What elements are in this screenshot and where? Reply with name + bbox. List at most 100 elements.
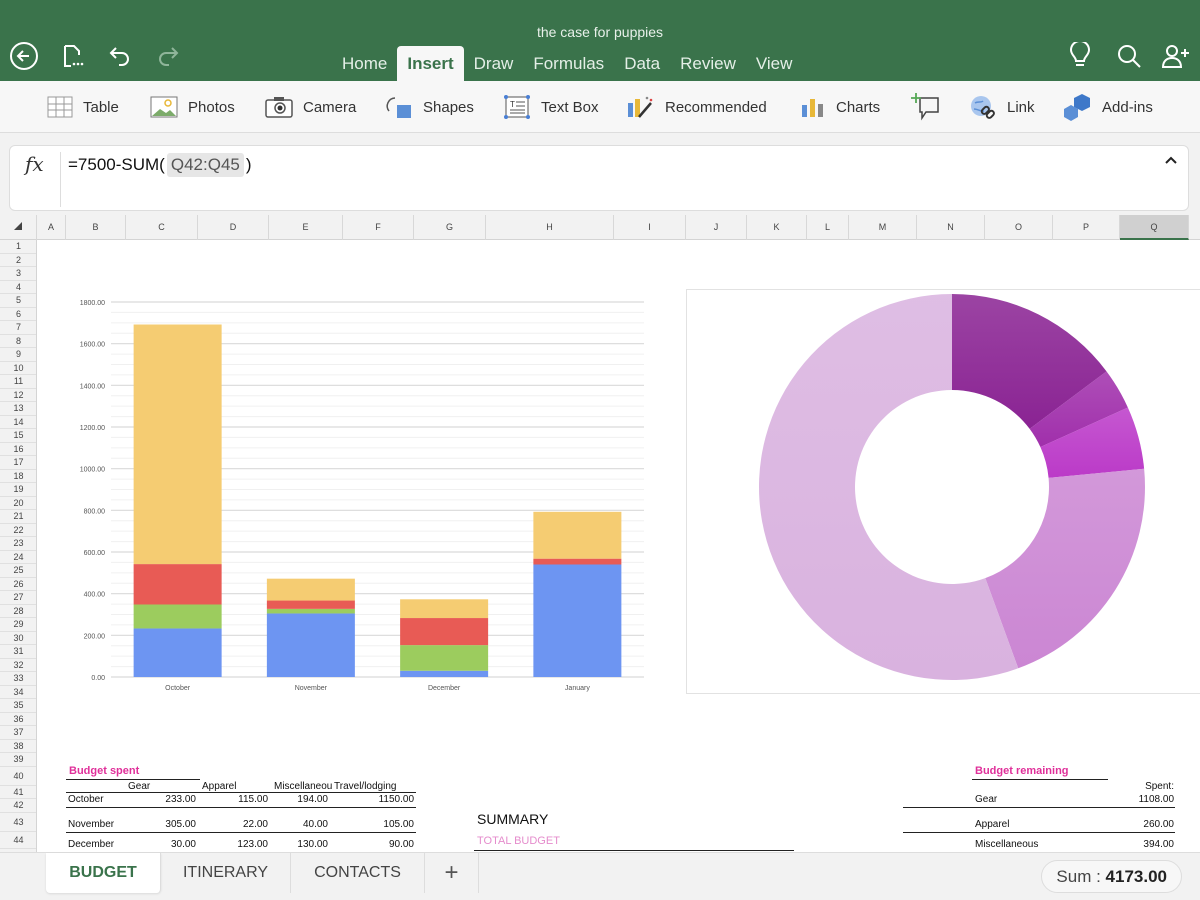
undo-icon[interactable]	[104, 40, 136, 72]
sheet-tab-budget[interactable]: BUDGET	[46, 853, 161, 893]
row-header[interactable]: 26	[0, 578, 36, 591]
spent-cell[interactable]: 123.00	[208, 839, 268, 850]
row-header[interactable]: 42	[0, 799, 36, 813]
tab-formulas[interactable]: Formulas	[523, 46, 614, 81]
row-header[interactable]: 24	[0, 551, 36, 564]
tab-draw[interactable]: Draw	[464, 46, 524, 81]
sheet-tab-itinerary[interactable]: ITINERARY	[161, 853, 291, 893]
charts-button[interactable]: Charts	[800, 81, 880, 133]
column-header-i[interactable]: I	[614, 215, 686, 240]
row-header[interactable]: 30	[0, 632, 36, 645]
row-header[interactable]: 39	[0, 753, 36, 767]
row-header[interactable]: 21	[0, 510, 36, 524]
formula-range-ref[interactable]: Q42:Q45	[166, 153, 244, 177]
column-header-q[interactable]: Q	[1120, 215, 1189, 240]
collapse-formula-icon[interactable]	[1164, 152, 1178, 170]
comment-button[interactable]	[910, 81, 952, 133]
back-icon[interactable]	[8, 40, 40, 72]
remaining-value[interactable]: 260.00	[1088, 819, 1174, 830]
donut-chart-frame[interactable]	[686, 289, 1200, 694]
spent-cell[interactable]: 40.00	[268, 819, 328, 830]
row-header[interactable]: 29	[0, 618, 36, 632]
column-header-l[interactable]: L	[807, 215, 849, 240]
tab-insert[interactable]: Insert	[397, 46, 464, 81]
remaining-value[interactable]: 394.00	[1088, 839, 1174, 850]
row-header[interactable]: 2	[0, 254, 36, 267]
column-header-f[interactable]: F	[343, 215, 414, 240]
lightbulb-icon[interactable]	[1064, 40, 1096, 72]
spent-cell[interactable]: 1150.00	[354, 794, 414, 805]
spent-cell[interactable]: 22.00	[208, 819, 268, 830]
column-header-n[interactable]: N	[917, 215, 985, 240]
remaining-value[interactable]: 1108.00	[1088, 794, 1174, 805]
search-icon[interactable]	[1113, 40, 1145, 72]
column-header-j[interactable]: J	[686, 215, 747, 240]
column-header-g[interactable]: G	[414, 215, 486, 240]
column-header-o[interactable]: O	[985, 215, 1053, 240]
recommended-charts-button[interactable]: Recommended	[627, 81, 767, 133]
spent-cell[interactable]: 130.00	[268, 839, 328, 850]
shapes-button[interactable]: Shapes	[385, 81, 474, 133]
row-header[interactable]: 13	[0, 402, 36, 416]
row-header[interactable]: 3	[0, 267, 36, 281]
status-sum[interactable]: Sum : 4173.00	[1041, 860, 1182, 893]
row-header[interactable]: 31	[0, 645, 36, 659]
tab-view[interactable]: View	[746, 46, 803, 81]
tab-data[interactable]: Data	[614, 46, 670, 81]
column-header-p[interactable]: P	[1053, 215, 1120, 240]
row-header[interactable]: 19	[0, 483, 36, 497]
donut-chart[interactable]	[687, 290, 1200, 695]
row-header[interactable]: 33	[0, 672, 36, 686]
row-header[interactable]: 25	[0, 564, 36, 578]
table-button[interactable]: Table	[47, 81, 119, 133]
formula-bar[interactable]: fx =7500-SUM( Q42:Q45 )	[9, 145, 1189, 211]
row-header[interactable]: 37	[0, 726, 36, 740]
row-header[interactable]: 5	[0, 294, 36, 308]
row-header[interactable]: 36	[0, 713, 36, 726]
column-header-h[interactable]: H	[486, 215, 614, 240]
row-header[interactable]: 22	[0, 524, 36, 537]
spent-cell[interactable]: 233.00	[136, 794, 196, 805]
row-header[interactable]: 23	[0, 537, 36, 551]
row-header[interactable]: 1	[0, 240, 36, 254]
link-button[interactable]: Link	[969, 81, 1035, 133]
select-all-corner[interactable]	[0, 215, 37, 240]
row-header[interactable]: 32	[0, 659, 36, 672]
row-header[interactable]: 16	[0, 443, 36, 456]
column-header-k[interactable]: K	[747, 215, 807, 240]
add-person-icon[interactable]	[1160, 40, 1192, 72]
row-header[interactable]: 17	[0, 456, 36, 470]
column-header-d[interactable]: D	[198, 215, 269, 240]
row-header[interactable]: 20	[0, 497, 36, 510]
tab-review[interactable]: Review	[670, 46, 746, 81]
row-header[interactable]: 43	[0, 813, 36, 832]
row-header[interactable]: 41	[0, 786, 36, 799]
add-ins-button[interactable]: Add-ins	[1062, 81, 1153, 133]
row-header[interactable]: 18	[0, 470, 36, 483]
text-box-button[interactable]: T Text Box	[503, 81, 599, 133]
row-header[interactable]: 34	[0, 686, 36, 699]
row-header[interactable]: 10	[0, 362, 36, 375]
add-sheet-button[interactable]: +	[425, 853, 479, 893]
formula-input[interactable]: =7500-SUM( Q42:Q45 )	[68, 153, 252, 177]
row-header[interactable]: 4	[0, 281, 36, 294]
row-header[interactable]: 12	[0, 389, 36, 402]
row-header[interactable]: 14	[0, 416, 36, 429]
file-icon[interactable]	[56, 40, 88, 72]
column-header-b[interactable]: B	[66, 215, 126, 240]
spent-cell[interactable]: 115.00	[208, 794, 268, 805]
row-header[interactable]: 35	[0, 699, 36, 713]
row-header[interactable]: 28	[0, 605, 36, 618]
redo-icon[interactable]	[152, 40, 184, 72]
row-header[interactable]: 15	[0, 429, 36, 443]
row-header[interactable]: 6	[0, 308, 36, 321]
spent-cell[interactable]: 305.00	[136, 819, 196, 830]
row-header[interactable]: 44	[0, 832, 36, 849]
row-header[interactable]: 11	[0, 375, 36, 389]
row-header[interactable]: 7	[0, 321, 36, 335]
column-header-e[interactable]: E	[269, 215, 343, 240]
spent-cell[interactable]: 105.00	[354, 819, 414, 830]
row-header[interactable]: 38	[0, 740, 36, 753]
spent-cell[interactable]: 90.00	[354, 839, 414, 850]
sheet-tab-contacts[interactable]: CONTACTS	[291, 853, 425, 893]
